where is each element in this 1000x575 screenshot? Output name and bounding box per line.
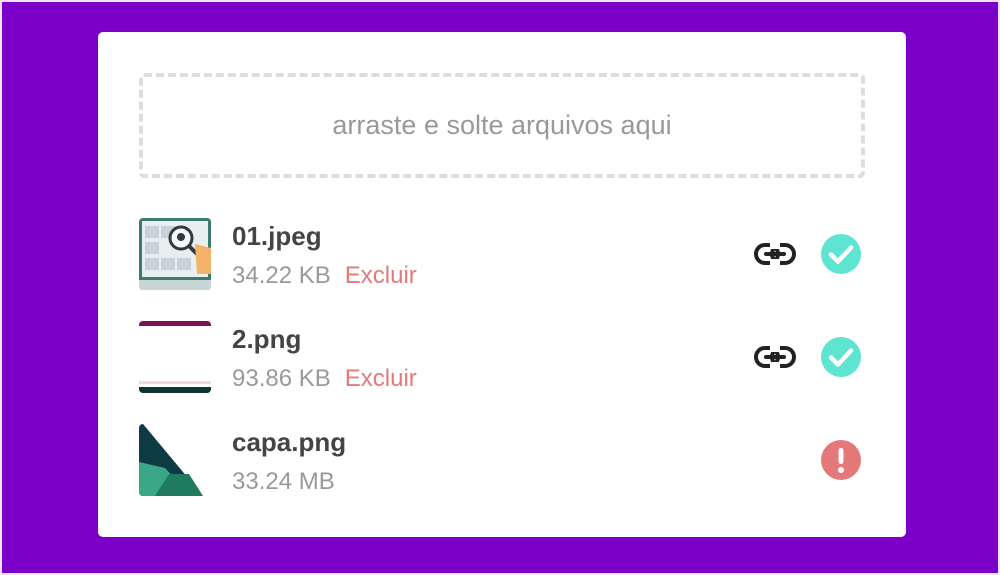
delete-link[interactable]: Excluir xyxy=(345,262,417,289)
file-meta: 33.24 MB xyxy=(232,468,335,496)
file-name: 01.jpeg xyxy=(232,221,322,251)
file-meta: 34.22 KB Excluir xyxy=(232,262,417,290)
file-item: 01.jpeg 34.22 KB Excluir xyxy=(139,218,865,290)
dropzone-text: arraste e solte arquivos aqui xyxy=(332,110,672,140)
dropzone[interactable]: arraste e solte arquivos aqui xyxy=(139,73,865,178)
file-size: 93.86 KB xyxy=(232,365,331,392)
file-meta: 93.86 KB Excluir xyxy=(232,365,417,393)
file-thumbnail xyxy=(139,321,211,393)
file-item: capa.png 33.24 MB xyxy=(139,424,865,496)
link-icon[interactable] xyxy=(753,337,797,377)
file-thumbnail xyxy=(139,218,211,290)
file-name: capa.png xyxy=(232,427,347,457)
link-icon[interactable] xyxy=(753,234,797,274)
file-size: 34.22 KB xyxy=(232,262,331,289)
file-name: 2.png xyxy=(232,324,302,354)
upload-card: arraste e solte arquivos aqui 01.jpeg 34… xyxy=(98,32,906,537)
check-circle-icon xyxy=(820,336,862,378)
delete-link[interactable]: Excluir xyxy=(345,365,417,392)
error-circle-icon xyxy=(820,439,862,481)
file-thumbnail xyxy=(139,424,211,496)
file-item: 2.png 93.86 KB Excluir xyxy=(139,321,865,393)
check-circle-icon xyxy=(820,233,862,275)
file-size: 33.24 MB xyxy=(232,468,335,495)
